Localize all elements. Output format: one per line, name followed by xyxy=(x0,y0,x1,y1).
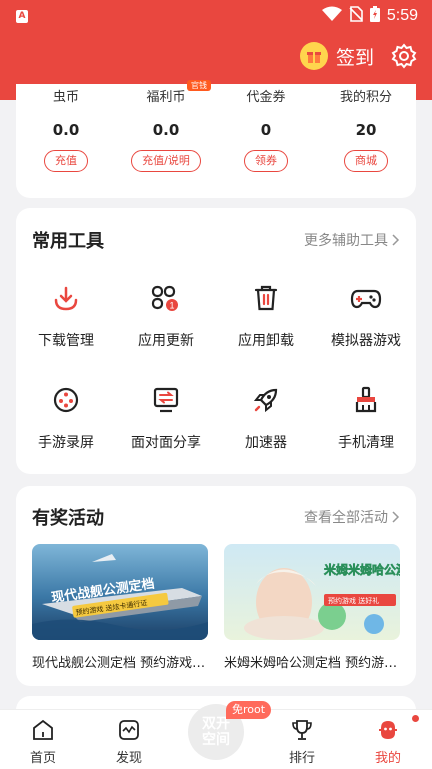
tool-uninstall[interactable]: 应用卸载 xyxy=(216,280,316,350)
notification-dot xyxy=(412,715,419,722)
nav-home[interactable]: 首页 xyxy=(13,718,73,766)
share-screen-icon xyxy=(116,382,216,418)
activity-banner-image: 现代战舰公测定档 预约游戏 送炫卡通行证 xyxy=(32,544,208,640)
wallet-item-coins: 虫币 0.0 充值 xyxy=(16,84,116,172)
wallet-label: 虫币 xyxy=(52,90,79,105)
wallet-label: 代金券 xyxy=(246,90,286,105)
tool-screen-record[interactable]: 手游录屏 xyxy=(16,382,116,452)
wallet-value: 0.0 xyxy=(52,121,80,139)
tool-label: 应用卸载 xyxy=(238,333,294,349)
activity-banner-image: 米姆米姆哈公测定档 预约游戏 送好礼 xyxy=(224,544,400,640)
recharge-button[interactable]: 充值 xyxy=(44,150,88,172)
activity-item-mimu[interactable]: 米姆米姆哈公测定档 预约游戏 送好礼 米姆米姆哈公测定档 预约游戏送好礼 xyxy=(224,544,400,671)
activity-caption: 米姆米姆哈公测定档 预约游戏送好礼 xyxy=(224,656,400,671)
nav-discover[interactable]: 发现 xyxy=(99,718,159,766)
wallet-card: 虫币 0.0 充值 官钱 福利币 0.0 充值/说明 代金券 0 领券 我的积分… xyxy=(16,80,416,198)
rocket-icon xyxy=(216,382,316,418)
nav-label: 排行 xyxy=(288,751,315,766)
wallet-label: 我的积分 xyxy=(339,90,392,105)
nav-ranking[interactable]: 排行 xyxy=(272,718,332,766)
recharge-info-button[interactable]: 充值/说明 xyxy=(131,150,201,172)
tool-phone-cleanup[interactable]: 手机清理 xyxy=(316,382,416,452)
chevron-right-icon xyxy=(392,234,400,246)
nav-label: 发现 xyxy=(115,751,142,766)
discover-icon xyxy=(99,718,159,742)
broom-icon xyxy=(316,382,416,418)
gamepad-icon xyxy=(316,280,416,316)
rewards-activities-card: 有奖活动 查看全部活动 现代战舰公测定档 预约游戏 送炫卡通行证 现代战舰公测定… xyxy=(16,486,416,686)
activity-caption: 现代战舰公测定档 预约游戏送好礼 xyxy=(32,656,208,671)
film-reel-icon xyxy=(16,382,116,418)
status-bar: A 5:59 xyxy=(0,0,432,32)
wallet-value: 0 xyxy=(260,121,272,139)
more-tools-label: 更多辅助工具 xyxy=(304,233,388,249)
tool-label: 应用更新 xyxy=(138,333,194,349)
profile-icon xyxy=(358,715,419,742)
all-activities-label: 查看全部活动 xyxy=(304,510,388,526)
no-sim-icon xyxy=(349,6,363,26)
wallet-value: 0.0 xyxy=(152,121,180,139)
settings-gear-icon[interactable] xyxy=(390,42,418,70)
tool-accelerator[interactable]: 加速器 xyxy=(216,382,316,452)
tools-header: 常用工具 更多辅助工具 xyxy=(16,208,416,272)
cash-badge: 官钱 xyxy=(187,80,211,91)
tool-label: 加速器 xyxy=(245,435,287,451)
section-title: 有奖活动 xyxy=(32,508,104,529)
download-icon xyxy=(16,280,116,316)
tool-label: 手机清理 xyxy=(338,435,394,451)
tool-download-manager[interactable]: 下载管理 xyxy=(16,280,116,350)
trophy-icon xyxy=(272,718,332,742)
app-update-icon: 1 xyxy=(116,280,216,316)
wallet-item-vouchers: 代金券 0 领券 xyxy=(216,84,316,172)
tool-app-update[interactable]: 1 应用更新 xyxy=(116,280,216,350)
banner-title: 米姆米姆哈公测定档 xyxy=(324,562,400,577)
nav-label: 首页 xyxy=(29,751,56,766)
trash-icon xyxy=(216,280,316,316)
chevron-right-icon xyxy=(392,511,400,523)
tool-label: 手游录屏 xyxy=(38,435,94,451)
wallet-item-points: 我的积分 20 商城 xyxy=(316,84,416,172)
wifi-icon xyxy=(321,6,342,26)
tool-emulator-games[interactable]: 模拟器游戏 xyxy=(316,280,416,350)
app-notification-icon: A xyxy=(16,9,28,23)
gift-icon[interactable] xyxy=(299,42,328,70)
activities-header: 有奖活动 查看全部活动 xyxy=(16,486,416,548)
section-title: 常用工具 xyxy=(32,231,104,252)
tool-label: 下载管理 xyxy=(38,333,94,349)
nav-mine[interactable]: 我的 xyxy=(358,715,419,766)
svg-text:1: 1 xyxy=(169,301,174,311)
banner-subtitle: 预约游戏 送好礼 xyxy=(328,596,379,605)
battery-charging-icon xyxy=(369,6,380,26)
clock: 5:59 xyxy=(386,7,418,24)
wallet-value: 20 xyxy=(355,121,377,139)
tool-label: 面对面分享 xyxy=(131,435,201,451)
wallet-label: 福利币 xyxy=(146,90,186,105)
signin-button[interactable]: 签到 xyxy=(336,43,374,70)
all-activities-link[interactable]: 查看全部活动 xyxy=(304,507,400,527)
claim-voucher-button[interactable]: 领券 xyxy=(244,150,288,172)
root-free-badge: 免root xyxy=(226,701,272,719)
activity-item-warship[interactable]: 现代战舰公测定档 预约游戏 送炫卡通行证 现代战舰公测定档 预约游戏送好礼 xyxy=(32,544,208,671)
tool-face-to-face-share[interactable]: 面对面分享 xyxy=(116,382,216,452)
common-tools-card: 常用工具 更多辅助工具 下载管理 1 应用更新 应用卸载 模拟器游戏 手游录屏 … xyxy=(16,208,416,474)
nav-label: 我的 xyxy=(374,751,401,766)
mall-button[interactable]: 商城 xyxy=(344,150,388,172)
home-icon xyxy=(13,718,73,742)
dual-space-label: 双开空间 xyxy=(202,716,230,748)
tool-label: 模拟器游戏 xyxy=(331,333,401,349)
more-tools-link[interactable]: 更多辅助工具 xyxy=(304,230,400,250)
wallet-item-welfare: 官钱 福利币 0.0 充值/说明 xyxy=(116,80,216,172)
bottom-navigation: 首页 发现 双开空间 免root 排行 我的 xyxy=(0,701,432,769)
